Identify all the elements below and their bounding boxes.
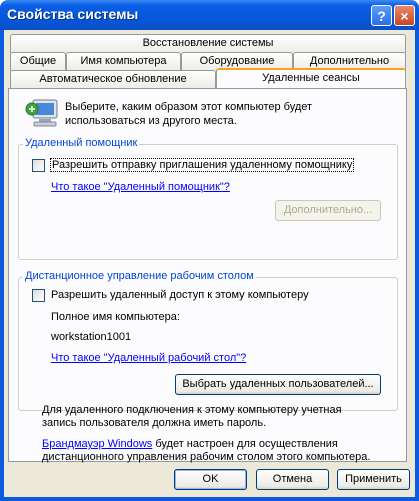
tab-system-restore[interactable]: Восстановление системы <box>10 34 406 53</box>
system-properties-window: Свойства системы ? × Восстановление сист… <box>0 0 419 501</box>
ok-button[interactable]: OK <box>174 469 247 490</box>
remote-assistance-checkbox[interactable] <box>32 159 45 172</box>
remote-assistance-group-label: Удаленный помощник <box>23 137 140 149</box>
remote-assistance-help-link[interactable]: Что такое "Удаленный помощник"? <box>51 181 230 193</box>
tab-panel-remote: Выберите, каким образом этот компьютер б… <box>8 88 407 463</box>
remote-desktop-group-label: Дистанционное управление рабочим столом <box>23 270 256 282</box>
full-computer-name-value: workstation1001 <box>51 331 132 343</box>
apply-button[interactable]: Применить <box>337 469 410 490</box>
firewall-note-line-2: дистанционного управления рабочим столом… <box>42 451 371 463</box>
password-note-line-2: запись пользователя должна иметь пароль. <box>42 417 267 429</box>
intro-line-2: использоваться из другого места. <box>65 115 237 127</box>
tab-label: Оборудование <box>199 55 275 67</box>
title-bar[interactable]: Свойства системы ? × <box>0 0 419 30</box>
advanced-button[interactable]: Дополнительно... <box>275 200 381 221</box>
windows-firewall-link[interactable]: Брандмауэр Windows <box>42 438 152 450</box>
tab-automatic-updates[interactable]: Автоматическое обновление <box>10 70 216 89</box>
help-button[interactable]: ? <box>371 5 392 26</box>
cancel-button[interactable]: Отмена <box>256 469 329 490</box>
remote-desktop-checkbox-label[interactable]: Разрешить удаленный доступ к этому компь… <box>51 289 309 301</box>
firewall-note-text: будет настроен для осуществления <box>152 438 338 450</box>
tab-label: Общие <box>19 55 57 67</box>
window-title: Свойства системы <box>7 6 139 22</box>
close-icon: × <box>400 7 409 24</box>
firewall-note-line-1: Брандмауэр Windows будет настроен для ос… <box>42 438 338 450</box>
remote-desktop-help-link[interactable]: Что такое "Удаленный рабочий стол"? <box>51 352 246 364</box>
tab-computer-name[interactable]: Имя компьютера <box>66 52 181 71</box>
select-remote-users-button[interactable]: Выбрать удаленных пользователей... <box>175 374 381 395</box>
tab-general[interactable]: Общие <box>10 52 66 71</box>
tab-label: Имя компьютера <box>80 55 167 67</box>
remote-computer-icon <box>25 99 58 127</box>
full-computer-name-label: Полное имя компьютера: <box>51 311 180 323</box>
help-icon: ? <box>377 7 386 24</box>
tab-label: Восстановление системы <box>142 37 274 49</box>
close-button[interactable]: × <box>394 5 415 26</box>
tab-remote[interactable]: Удаленные сеансы <box>216 68 406 88</box>
tab-label: Автоматическое обновление <box>39 73 187 85</box>
dialog-client: Восстановление системы Общие Имя компьют… <box>4 30 415 497</box>
remote-assistance-checkbox-label[interactable]: Разрешить отправку приглашения удаленном… <box>49 158 355 172</box>
tab-label: Дополнительно <box>309 55 390 67</box>
remote-desktop-checkbox[interactable] <box>32 289 45 302</box>
tab-label: Удаленные сеансы <box>262 72 360 84</box>
password-note-line-1: Для удаленного подключения к этому компь… <box>42 404 342 416</box>
intro-line-1: Выберите, каким образом этот компьютер б… <box>65 101 313 113</box>
